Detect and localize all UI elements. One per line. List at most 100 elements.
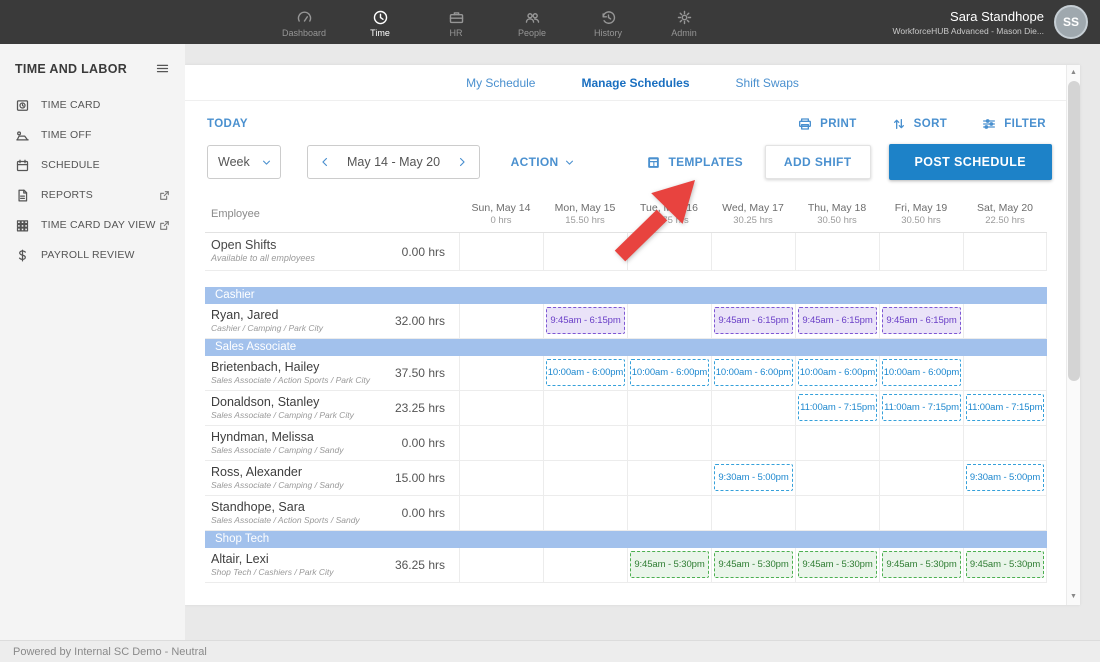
open-shifts-label-cell[interactable]: Open ShiftsAvailable to all employees	[205, 233, 355, 270]
scroll-thumb[interactable]	[1068, 81, 1080, 381]
day-cell[interactable]	[627, 496, 711, 530]
day-cell[interactable]	[459, 461, 543, 495]
topnav-item-people[interactable]: People	[494, 6, 570, 38]
day-cell[interactable]	[711, 496, 795, 530]
day-cell[interactable]: 11:00am - 7:15pm	[963, 391, 1047, 425]
next-week-button[interactable]	[455, 155, 469, 169]
day-cell[interactable]: 9:45am - 6:15pm	[879, 304, 963, 338]
day-cell[interactable]	[963, 356, 1047, 390]
tab-manage-schedules[interactable]: Manage Schedules	[581, 76, 689, 90]
sidebar-item-schedule[interactable]: SCHEDULE	[0, 150, 185, 180]
employee-cell[interactable]: Ross, AlexanderSales Associate / Camping…	[205, 461, 355, 495]
shift-chip[interactable]: 9:45am - 5:30pm	[966, 551, 1044, 578]
topnav-item-hr[interactable]: HR	[418, 6, 494, 38]
day-cell[interactable]	[543, 461, 627, 495]
day-cell[interactable]	[459, 548, 543, 582]
shift-chip[interactable]: 10:00am - 6:00pm	[882, 359, 961, 386]
open-shift-day-cell[interactable]	[711, 233, 795, 270]
topnav-item-admin[interactable]: Admin	[646, 6, 722, 38]
day-cell[interactable]	[543, 391, 627, 425]
employee-cell[interactable]: Ryan, JaredCashier / Camping / Park City	[205, 304, 355, 338]
day-cell[interactable]	[543, 548, 627, 582]
day-cell[interactable]	[459, 304, 543, 338]
tab-shift-swaps[interactable]: Shift Swaps	[736, 76, 799, 90]
day-cell[interactable]: 10:00am - 6:00pm	[543, 356, 627, 390]
open-shift-day-cell[interactable]	[459, 233, 543, 270]
shift-chip[interactable]: 10:00am - 6:00pm	[714, 359, 793, 386]
day-cell[interactable]	[795, 496, 879, 530]
employee-cell[interactable]: Altair, LexiShop Tech / Cashiers / Park …	[205, 548, 355, 582]
day-cell[interactable]: 11:00am - 7:15pm	[795, 391, 879, 425]
day-cell[interactable]: 9:45am - 6:15pm	[711, 304, 795, 338]
day-cell[interactable]: 10:00am - 6:00pm	[879, 356, 963, 390]
day-cell[interactable]	[711, 391, 795, 425]
open-shift-day-cell[interactable]	[963, 233, 1047, 270]
sidebar-item-time-card-day-view[interactable]: TIME CARD DAY VIEW	[0, 210, 185, 240]
filter-button[interactable]: FILTER	[981, 116, 1046, 132]
day-cell[interactable]	[459, 426, 543, 460]
day-cell[interactable]: 9:30am - 5:00pm	[963, 461, 1047, 495]
shift-chip[interactable]: 11:00am - 7:15pm	[966, 394, 1044, 421]
employee-cell[interactable]: Brietenbach, HaileySales Associate / Act…	[205, 356, 355, 390]
day-cell[interactable]: 9:45am - 6:15pm	[795, 304, 879, 338]
day-cell[interactable]: 9:45am - 5:30pm	[795, 548, 879, 582]
day-cell[interactable]	[627, 426, 711, 460]
day-cell[interactable]	[459, 391, 543, 425]
day-cell[interactable]	[711, 426, 795, 460]
day-cell[interactable]	[879, 426, 963, 460]
tab-my-schedule[interactable]: My Schedule	[466, 76, 535, 90]
shift-chip[interactable]: 9:45am - 6:15pm	[798, 307, 877, 334]
sidebar-item-time-off[interactable]: TIME OFF	[0, 120, 185, 150]
shift-chip[interactable]: 9:30am - 5:00pm	[714, 464, 793, 491]
shift-chip[interactable]: 10:00am - 6:00pm	[798, 359, 877, 386]
day-cell[interactable]	[879, 461, 963, 495]
avatar[interactable]: SS	[1054, 5, 1088, 39]
day-cell[interactable]	[963, 496, 1047, 530]
shift-chip[interactable]: 10:00am - 6:00pm	[630, 359, 709, 386]
day-cell[interactable]	[459, 496, 543, 530]
open-shift-day-cell[interactable]	[795, 233, 879, 270]
shift-chip[interactable]: 9:45am - 5:30pm	[882, 551, 961, 578]
user-menu[interactable]: Sara Standhope WorkforceHUB Advanced - M…	[893, 5, 1100, 39]
shift-chip[interactable]: 10:00am - 6:00pm	[546, 359, 625, 386]
day-cell[interactable]: 11:00am - 7:15pm	[879, 391, 963, 425]
shift-chip[interactable]: 9:45am - 5:30pm	[630, 551, 709, 578]
sort-button[interactable]: SORT	[891, 116, 948, 132]
day-cell[interactable]	[543, 496, 627, 530]
employee-cell[interactable]: Standhope, SaraSales Associate / Action …	[205, 496, 355, 530]
scroll-down-button[interactable]: ▼	[1067, 590, 1080, 604]
print-button[interactable]: PRINT	[797, 116, 857, 132]
day-cell[interactable]	[795, 426, 879, 460]
day-cell[interactable]	[543, 426, 627, 460]
prev-week-button[interactable]	[318, 155, 332, 169]
action-dropdown[interactable]: ACTION	[511, 155, 577, 169]
day-cell[interactable]: 9:45am - 6:15pm	[543, 304, 627, 338]
open-shift-day-cell[interactable]	[879, 233, 963, 270]
open-shift-day-cell[interactable]	[543, 233, 627, 270]
add-shift-button[interactable]: ADD SHIFT	[765, 145, 871, 179]
sidebar-item-time-card[interactable]: TIME CARD	[0, 90, 185, 120]
day-cell[interactable]: 10:00am - 6:00pm	[711, 356, 795, 390]
shift-chip[interactable]: 9:45am - 5:30pm	[798, 551, 877, 578]
shift-chip[interactable]: 9:45am - 6:15pm	[714, 307, 793, 334]
day-cell[interactable]	[963, 426, 1047, 460]
day-cell[interactable]: 9:45am - 5:30pm	[711, 548, 795, 582]
employee-cell[interactable]: Hyndman, MelissaSales Associate / Campin…	[205, 426, 355, 460]
day-cell[interactable]	[627, 304, 711, 338]
day-cell[interactable]: 9:45am - 5:30pm	[879, 548, 963, 582]
employee-cell[interactable]: Donaldson, StanleySales Associate / Camp…	[205, 391, 355, 425]
day-cell[interactable]	[459, 356, 543, 390]
shift-chip[interactable]: 9:45am - 6:15pm	[546, 307, 625, 334]
day-cell[interactable]	[795, 461, 879, 495]
day-cell[interactable]: 9:30am - 5:00pm	[711, 461, 795, 495]
topnav-item-time[interactable]: Time	[342, 6, 418, 38]
scroll-up-button[interactable]: ▲	[1067, 66, 1080, 80]
today-button[interactable]: TODAY	[207, 118, 248, 130]
day-cell[interactable]: 10:00am - 6:00pm	[795, 356, 879, 390]
vertical-scrollbar[interactable]: ▲ ▼	[1066, 65, 1080, 605]
day-cell[interactable]: 9:45am - 5:30pm	[627, 548, 711, 582]
day-cell[interactable]	[963, 304, 1047, 338]
templates-button[interactable]: TEMPLATES	[646, 155, 742, 170]
day-cell[interactable]: 9:45am - 5:30pm	[963, 548, 1047, 582]
menu-icon[interactable]	[155, 61, 170, 76]
